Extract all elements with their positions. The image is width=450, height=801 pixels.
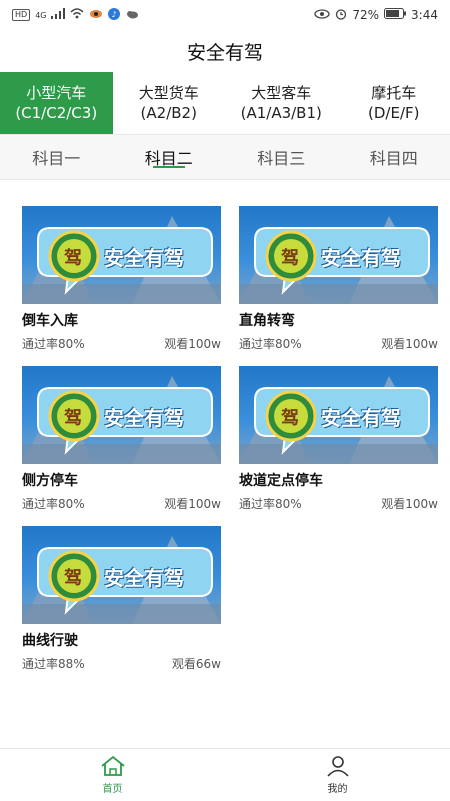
category-tab-motorcycle[interactable]: 摩托车 (D/E/F)	[338, 72, 450, 134]
status-bar: HD 4G ♪ 72% 3:44	[0, 0, 450, 30]
category-tab-small-car[interactable]: 小型汽车 (C1/C2/C3)	[0, 72, 113, 134]
lesson-thumbnail: 驾 安全有驾	[22, 366, 221, 464]
thumbnail-logo-text: 安全有驾	[104, 402, 184, 431]
lesson-views: 观看100w	[381, 495, 438, 512]
lesson-card[interactable]: 驾 安全有驾 坡道定点停车 通过率80% 观看100w	[239, 366, 438, 512]
category-tab-truck[interactable]: 大型货车 (A2/B2)	[113, 72, 226, 134]
thumbnail-badge: 驾	[64, 244, 82, 270]
thumbnail-badge: 驾	[64, 404, 82, 430]
lesson-thumbnail: 驾 安全有驾	[239, 206, 438, 304]
battery-percent: 72%	[352, 8, 379, 22]
category-name: 大型货车	[139, 83, 199, 103]
eye-icon	[314, 8, 330, 22]
lesson-title: 坡道定点停车	[239, 470, 438, 490]
category-code: (A1/A3/B1)	[241, 103, 322, 123]
lesson-title: 曲线行驶	[22, 630, 221, 650]
lesson-grid: 驾 安全有驾 倒车入库 通过率80% 观看100w 驾 安全有驾 直角转弯 通过…	[22, 206, 438, 672]
category-name: 摩托车	[371, 83, 416, 103]
lesson-views: 观看66w	[172, 655, 221, 672]
lesson-views: 观看100w	[381, 335, 438, 352]
page-title: 安全有驾	[0, 30, 450, 72]
clock-time: 3:44	[411, 8, 438, 22]
lesson-card[interactable]: 驾 安全有驾 曲线行驶 通过率88% 观看66w	[22, 526, 221, 672]
tab-mine[interactable]: 我的	[225, 749, 450, 801]
thumbnail-logo-text: 安全有驾	[321, 402, 401, 431]
tab-subject-2[interactable]: 科目二	[113, 135, 226, 179]
alarm-icon	[335, 8, 347, 23]
lesson-title: 侧方停车	[22, 470, 221, 490]
home-icon	[100, 755, 126, 780]
wifi-icon	[70, 8, 84, 22]
lesson-title: 倒车入库	[22, 310, 221, 330]
lesson-pass-rate: 通过率80%	[239, 495, 302, 512]
tab-subject-1[interactable]: 科目一	[0, 135, 113, 179]
bottom-tab-bar: 首页 我的	[0, 748, 450, 801]
category-code: (A2/B2)	[141, 103, 197, 123]
tab-home[interactable]: 首页	[0, 749, 225, 801]
cloud-icon	[125, 8, 139, 22]
thumbnail-logo-text: 安全有驾	[104, 242, 184, 271]
category-tab-bus[interactable]: 大型客车 (A1/A3/B1)	[225, 72, 338, 134]
lesson-pass-rate: 通过率80%	[239, 335, 302, 352]
lesson-pass-rate: 通过率80%	[22, 495, 85, 512]
lesson-views: 观看100w	[164, 495, 221, 512]
weibo-icon	[89, 8, 103, 22]
lesson-views: 观看100w	[164, 335, 221, 352]
category-name: 大型客车	[251, 83, 311, 103]
lesson-thumbnail: 驾 安全有驾	[22, 526, 221, 624]
tab-subject-4[interactable]: 科目四	[338, 135, 450, 179]
lesson-pass-rate: 通过率80%	[22, 335, 85, 352]
lesson-thumbnail: 驾 安全有驾	[239, 366, 438, 464]
vehicle-category-tabs: 小型汽车 (C1/C2/C3) 大型货车 (A2/B2) 大型客车 (A1/A3…	[0, 72, 450, 135]
lesson-title: 直角转弯	[239, 310, 438, 330]
lesson-card[interactable]: 驾 安全有驾 侧方停车 通过率80% 观看100w	[22, 366, 221, 512]
tab-subject-3[interactable]: 科目三	[225, 135, 338, 179]
svg-text:♪: ♪	[112, 10, 117, 19]
tab-mine-label: 我的	[328, 780, 348, 795]
user-icon	[325, 755, 351, 780]
network-label: 4G	[35, 11, 46, 20]
thumbnail-badge: 驾	[281, 404, 299, 430]
category-name: 小型汽车	[26, 83, 86, 103]
battery-icon	[384, 8, 406, 22]
lesson-card[interactable]: 驾 安全有驾 直角转弯 通过率80% 观看100w	[239, 206, 438, 352]
category-code: (D/E/F)	[368, 103, 419, 123]
thumbnail-badge: 驾	[64, 564, 82, 590]
lesson-thumbnail: 驾 安全有驾	[22, 206, 221, 304]
subject-tabs: 科目一 科目二 科目三 科目四	[0, 135, 450, 180]
thumbnail-logo-text: 安全有驾	[321, 242, 401, 271]
lesson-pass-rate: 通过率88%	[22, 655, 85, 672]
music-icon: ♪	[108, 8, 120, 23]
signal-icon	[51, 8, 65, 22]
lesson-card[interactable]: 驾 安全有驾 倒车入库 通过率80% 观看100w	[22, 206, 221, 352]
thumbnail-badge: 驾	[281, 244, 299, 270]
category-code: (C1/C2/C3)	[15, 103, 97, 123]
thumbnail-logo-text: 安全有驾	[104, 562, 184, 591]
tab-home-label: 首页	[103, 780, 123, 795]
hd-badge: HD	[12, 9, 30, 21]
